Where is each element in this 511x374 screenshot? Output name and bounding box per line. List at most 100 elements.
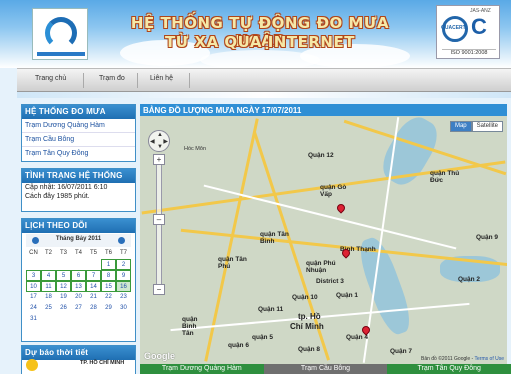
station-link-tan-quy-dong[interactable]: Trạm Tân Quy Đông xyxy=(22,147,135,161)
station-link-duong-quang-ham[interactable]: Trạm Dương Quảng Hàm xyxy=(22,119,135,133)
zoom-in-button[interactable]: + xyxy=(153,154,165,165)
weekday: T4 xyxy=(74,250,82,256)
nav-contact[interactable]: Liên hệ xyxy=(150,75,173,82)
calendar-day[interactable]: 29 xyxy=(101,303,116,314)
map-label: Quận 7 xyxy=(390,348,413,355)
map-label: quận Phú Nhuận xyxy=(306,260,336,274)
calendar-day[interactable]: 8 xyxy=(101,270,116,281)
rain-map[interactable]: Quận 12 quận Gò Vấp quận Tân Bình quận T… xyxy=(140,116,507,364)
calendar-empty xyxy=(86,314,101,325)
calendar-day[interactable]: 24 xyxy=(26,303,41,314)
map-label: Hóc Môn xyxy=(184,146,207,152)
calendar-day[interactable]: 18 xyxy=(41,292,56,303)
calendar-weekdays: CN T2 T3 T4 T5 T6 T7 xyxy=(26,248,131,259)
nav-home[interactable]: Trang chủ xyxy=(35,75,66,82)
forecast-city: TP. HỒ CHÍ MINH xyxy=(80,360,125,366)
calendar-week: 31 xyxy=(26,314,131,325)
calendar-box: LỊCH THEO DÕI Tháng Bảy 2011 CN T2 T3 T4… xyxy=(21,218,136,342)
calendar-week: 10 11 12 13 14 15 16 xyxy=(26,281,131,292)
pan-control-icon[interactable]: ▲ ◀ ▶ ▼ xyxy=(148,130,170,152)
calendar-day[interactable]: 9 xyxy=(116,270,131,281)
zoom-out-button[interactable]: − xyxy=(153,284,165,295)
calendar-empty xyxy=(56,259,71,270)
next-month-icon[interactable] xyxy=(118,237,125,244)
zoom-handle[interactable]: – xyxy=(153,214,165,225)
logo-arc-icon xyxy=(45,17,77,49)
calendar-day[interactable]: 10 xyxy=(26,281,41,292)
calendar-day[interactable]: 13 xyxy=(71,281,86,292)
calendar-day[interactable]: 23 xyxy=(116,292,131,303)
map-label: quận Bình Tân xyxy=(182,316,198,337)
status-updated: Cập nhật: 16/07/2011 6:10 xyxy=(25,184,108,191)
terms-link[interactable]: Terms of Use xyxy=(475,356,504,362)
agency-logo[interactable] xyxy=(32,8,88,60)
calendar-title: LỊCH THEO DÕI xyxy=(22,219,135,233)
calendar-day[interactable]: 22 xyxy=(101,292,116,303)
calendar-day[interactable]: 28 xyxy=(86,303,101,314)
calendar-day[interactable]: 17 xyxy=(26,292,41,303)
calendar-day[interactable]: 2 xyxy=(116,259,131,270)
calendar-day[interactable]: 20 xyxy=(71,292,86,303)
calendar-day[interactable]: 19 xyxy=(56,292,71,303)
map-label: quận Thủ Đức xyxy=(430,170,460,184)
calendar-day[interactable]: 3 xyxy=(26,270,41,281)
map-label: quận 6 xyxy=(228,342,249,349)
calendar-day[interactable]: 27 xyxy=(71,303,86,314)
calendar-day[interactable]: 16 xyxy=(116,281,131,292)
calendar-grid: CN T2 T3 T4 T5 T6 T7 1 2 3 4 5 6 7 8 9 10 11 12 13 14… xyxy=(26,248,131,325)
nav-divider xyxy=(189,73,190,88)
nav-stations[interactable]: Trạm đo xyxy=(99,75,125,82)
map-label: quận Tân Bình xyxy=(260,231,289,245)
map-label: Quận 10 xyxy=(292,294,318,301)
map-type-control: Map Satellite xyxy=(449,121,503,132)
map-label: quận 5 xyxy=(252,334,273,341)
logo-bar xyxy=(37,52,85,56)
calendar-day[interactable]: 21 xyxy=(86,292,101,303)
calendar-day[interactable]: 31 xyxy=(26,314,41,325)
calendar-week: 17 18 19 20 21 22 23 xyxy=(26,292,131,303)
map-label: Quận 9 xyxy=(476,234,499,241)
main-nav: Trang chủ Trạm đo Liên hệ xyxy=(17,68,511,92)
calendar-week: 24 25 26 27 28 29 30 xyxy=(26,303,131,314)
header-banner: HỆ THỐNG TỰ ĐỘNG ĐO MƯA NGẬP TỪ XA QUA I… xyxy=(0,0,511,68)
calendar-month: Tháng Bảy 2011 xyxy=(55,236,102,242)
calendar-empty xyxy=(26,259,41,270)
calendar-day[interactable]: 4 xyxy=(41,270,56,281)
calendar-day[interactable]: 14 xyxy=(86,281,101,292)
station-tabs: Trạm Dương Quảng Hàm Trạm Cầu Bông Trạm … xyxy=(140,364,511,374)
calendar-day[interactable]: 15 xyxy=(101,281,116,292)
calendar-week: 12 xyxy=(26,259,131,270)
stations-box: HỆ THỐNG ĐO MƯA Trạm Dương Quảng Hàm Trạ… xyxy=(21,104,136,162)
map-view-button[interactable]: Map xyxy=(449,121,472,132)
calendar-day[interactable]: 11 xyxy=(41,281,56,292)
calendar-day[interactable]: 26 xyxy=(56,303,71,314)
calendar-day[interactable]: 6 xyxy=(71,270,86,281)
calendar-empty xyxy=(41,314,56,325)
stations-title: HỆ THỐNG ĐO MƯA xyxy=(22,105,135,119)
pan-up-icon[interactable]: ▲ xyxy=(157,132,163,138)
satellite-view-button[interactable]: Satellite xyxy=(471,121,503,132)
calendar-day[interactable]: 12 xyxy=(56,281,71,292)
pan-right-icon[interactable]: ▶ xyxy=(163,138,168,145)
tab-duong-quang-ham[interactable]: Trạm Dương Quảng Hàm xyxy=(140,364,264,374)
copyright-text: Bản đồ ©2011 Google - xyxy=(420,356,474,362)
pan-left-icon[interactable]: ◀ xyxy=(150,138,155,145)
tab-cau-bong[interactable]: Trạm Cầu Bông xyxy=(263,364,388,374)
tab-tan-quy-dong[interactable]: Trạm Tân Quy Đông xyxy=(387,364,511,374)
calendar-day[interactable]: 30 xyxy=(116,303,131,314)
pan-down-icon[interactable]: ▼ xyxy=(157,144,163,150)
calendar-day[interactable]: 25 xyxy=(41,303,56,314)
calendar-empty xyxy=(86,259,101,270)
calendar-day[interactable]: 1 xyxy=(101,259,116,270)
station-link-cau-bong[interactable]: Trạm Cầu Bông xyxy=(22,133,135,147)
calendar-nav: Tháng Bảy 2011 xyxy=(26,234,131,247)
map-label: Quận 11 xyxy=(258,306,284,313)
c-mark-icon: C xyxy=(471,14,487,39)
forecast-body: TP. HỒ CHÍ MINH xyxy=(22,359,135,371)
site-title-line2: TỪ XA QUA INTERNET xyxy=(165,33,355,51)
weekday: T6 xyxy=(104,250,112,256)
map-label: District 3 xyxy=(316,278,344,285)
calendar-day[interactable]: 5 xyxy=(56,270,71,281)
rain-marker-pin[interactable] xyxy=(335,202,347,214)
calendar-day[interactable]: 7 xyxy=(86,270,101,281)
